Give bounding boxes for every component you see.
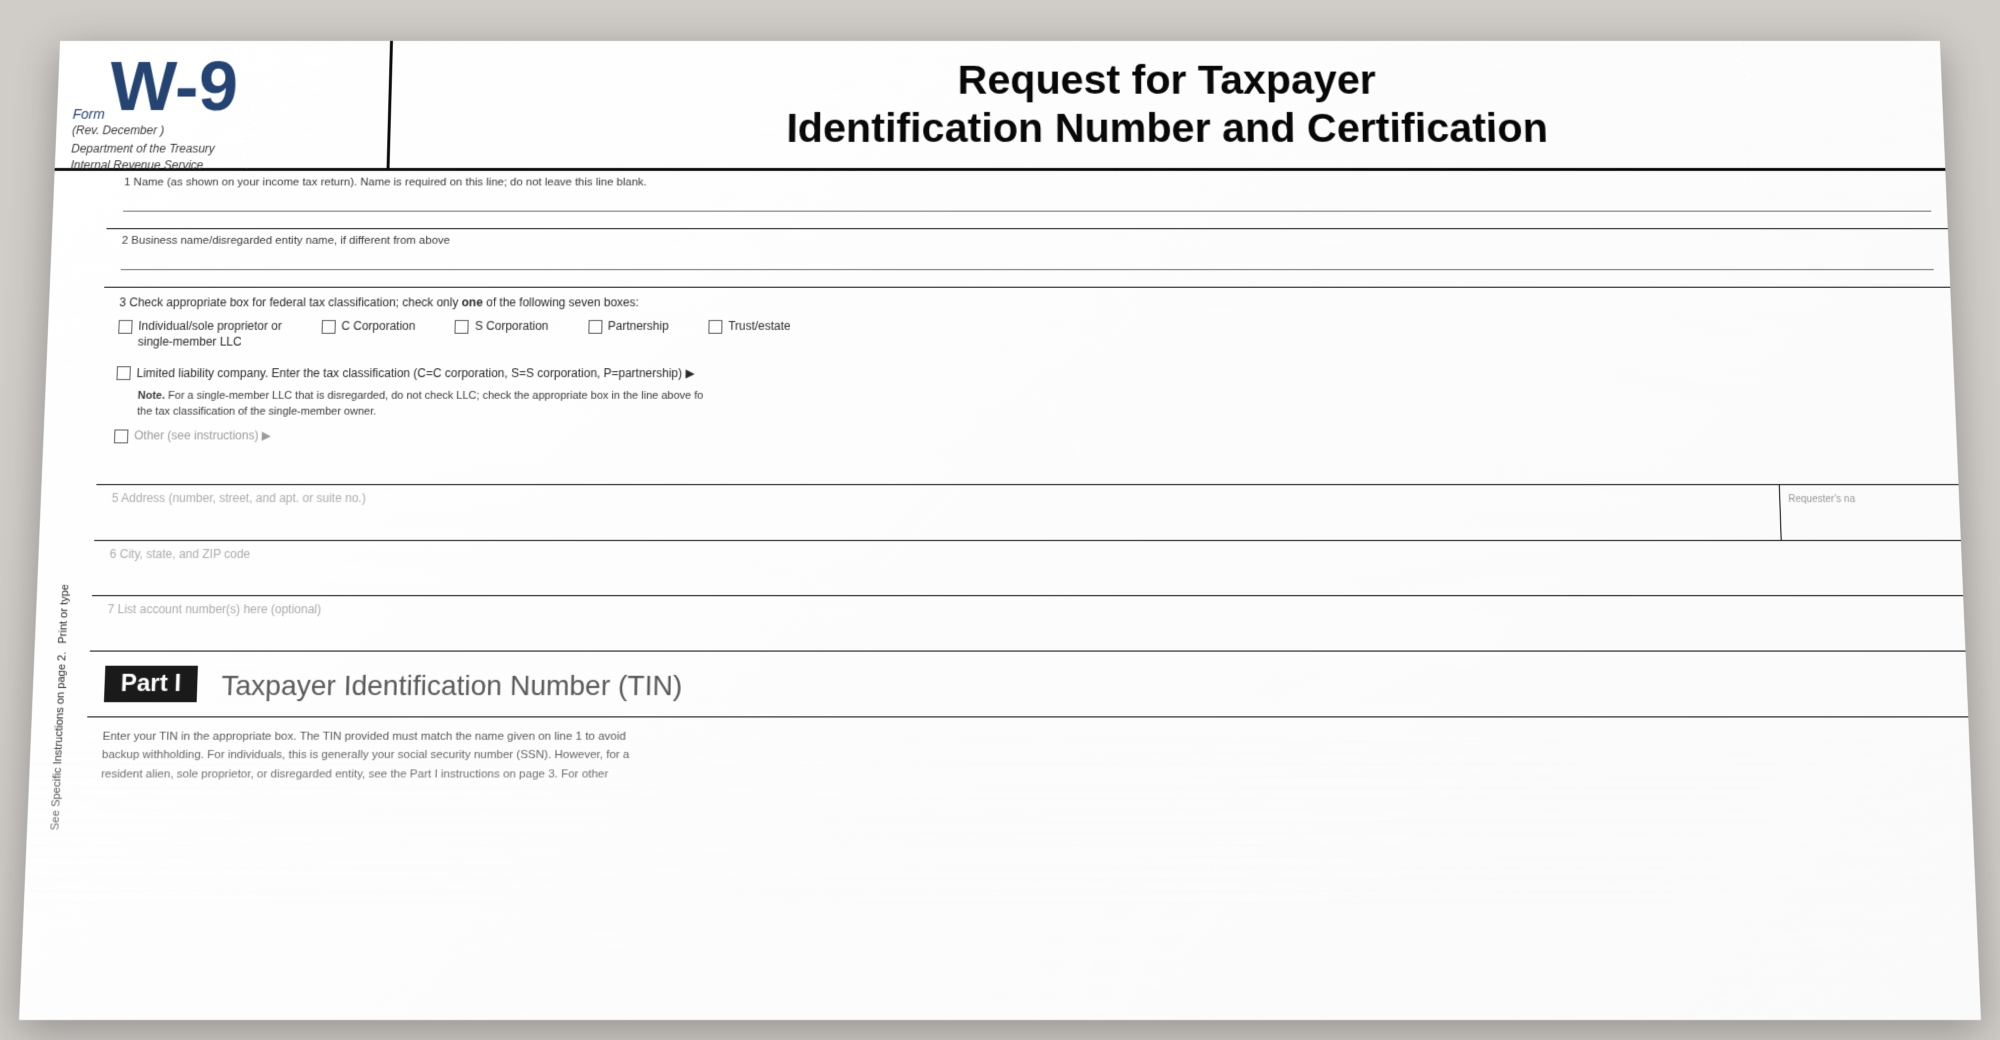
part-1-section: Part I Taxpayer Identification Number (T… [87, 652, 1968, 718]
form-header: Form W-9 (Rev. December ) Department of … [55, 41, 1946, 171]
llc-row: Limited liability company. Enter the tax… [116, 365, 1938, 382]
part-1-desc2: backup withholding. For individuals, thi… [102, 749, 630, 761]
field-7-row: 7 List account number(s) here (optional) [90, 596, 1966, 651]
form-header-left: Form W-9 (Rev. December ) Department of … [55, 41, 393, 168]
field-1-label: 1 Name (as shown on your income tax retu… [124, 177, 1930, 189]
sidebar-instructions: See Specific Instructions on page 2. [49, 651, 68, 830]
llc-label: Limited liability company. Enter the tax… [136, 366, 685, 380]
part-1-desc3: resident alien, sole proprietor, or disr… [101, 768, 609, 780]
part-1-desc1: Enter your TIN in the appropriate box. T… [102, 731, 626, 743]
note-text: Note. For a single-member LLC that is di… [137, 388, 1940, 421]
form-page: Form W-9 (Rev. December ) Department of … [19, 41, 1981, 1020]
note-content: For a single-member LLC that is disregar… [137, 390, 703, 418]
form-container: Form W-9 (Rev. December ) Department of … [19, 41, 1981, 1020]
form-header-right: Request for Taxpayer Identification Numb… [390, 41, 1946, 168]
checkbox-individual-box[interactable] [118, 320, 132, 334]
field-2-row: 2 Business name/disregarded entity name,… [104, 229, 1950, 288]
field-5-inner: 5 Address (number, street, and apt. or s… [94, 485, 1961, 540]
other-label: Other (see instructions) ▶ [134, 429, 271, 443]
field-3-header: 3 Check appropriate box for federal tax … [119, 296, 1935, 310]
checkbox-individual-label: Individual/sole proprietor orsingle-memb… [137, 319, 282, 350]
other-row: Other (see instructions) ▶ [114, 428, 1941, 443]
note-label: Note. [137, 390, 165, 402]
llc-text: Limited liability company. Enter the tax… [136, 365, 694, 382]
form-label: Form [72, 106, 105, 121]
classification-checkboxes-top: Individual/sole proprietor orsingle-memb… [117, 319, 1937, 358]
checkbox-other-box[interactable] [114, 429, 128, 443]
checkbox-partnership: Partnership [588, 319, 669, 334]
form-title: Request for Taxpayer Identification Numb… [786, 56, 1548, 153]
form-number: W-9 [108, 52, 239, 121]
form-dept: Department of the Treasury Internal Reve… [70, 141, 371, 173]
form-title-text: Request for Taxpayer Identification Numb… [786, 56, 1548, 153]
llc-arrow: ▶ [685, 366, 694, 380]
requester-box: Requester's na [1779, 485, 1961, 540]
field-5-row: 5 Address (number, street, and apt. or s… [94, 485, 1961, 541]
checkbox-c-corp: C Corporation [321, 319, 415, 334]
part-1-title: Taxpayer Identification Number (TIN) [221, 670, 683, 702]
field-6-row: 6 City, state, and ZIP code [92, 541, 1963, 596]
form-rev: (Rev. December ) [72, 124, 372, 138]
checkbox-c-corp-label: C Corporation [341, 319, 415, 334]
field-2-label: 2 Business name/disregarded entity name,… [122, 235, 1933, 247]
part-1-badge: Part I [104, 666, 198, 702]
part-1-description: Enter your TIN in the appropriate box. T… [84, 717, 1971, 794]
field-2-input[interactable] [121, 249, 1934, 270]
requester-label: Requester's na [1788, 494, 1855, 505]
checkbox-trust-box[interactable] [708, 320, 722, 334]
checkbox-s-corp-label: S Corporation [475, 319, 549, 334]
field-1-input[interactable] [123, 190, 1931, 211]
checkbox-c-corp-box[interactable] [321, 320, 335, 334]
form-main: 1 Name (as shown on your income tax retu… [84, 171, 1971, 794]
field-3-row: 3 Check appropriate box for federal tax … [96, 288, 1958, 485]
checkbox-partnership-box[interactable] [588, 320, 602, 334]
checkbox-s-corp-box[interactable] [455, 320, 469, 334]
checkbox-trust: Trust/estate [708, 319, 790, 334]
field-6-label: 6 City, state, and ZIP code [109, 547, 1945, 561]
form-body-wrapper: Print or type See Specific Instructions … [29, 171, 1972, 794]
sidebar-print-type: Print or type [56, 584, 70, 644]
checkbox-trust-label: Trust/estate [728, 319, 791, 334]
checkbox-s-corp: S Corporation [455, 319, 549, 334]
checkbox-individual: Individual/sole proprietor orsingle-memb… [118, 319, 282, 350]
field-7-label: 7 List account number(s) here (optional) [107, 602, 1948, 616]
field-5-label: 5 Address (number, street, and apt. or s… [112, 491, 1760, 505]
field-1-row: 1 Name (as shown on your income tax retu… [106, 171, 1947, 229]
checkbox-llc-box[interactable] [116, 366, 130, 380]
checkbox-partnership-label: Partnership [608, 319, 669, 334]
